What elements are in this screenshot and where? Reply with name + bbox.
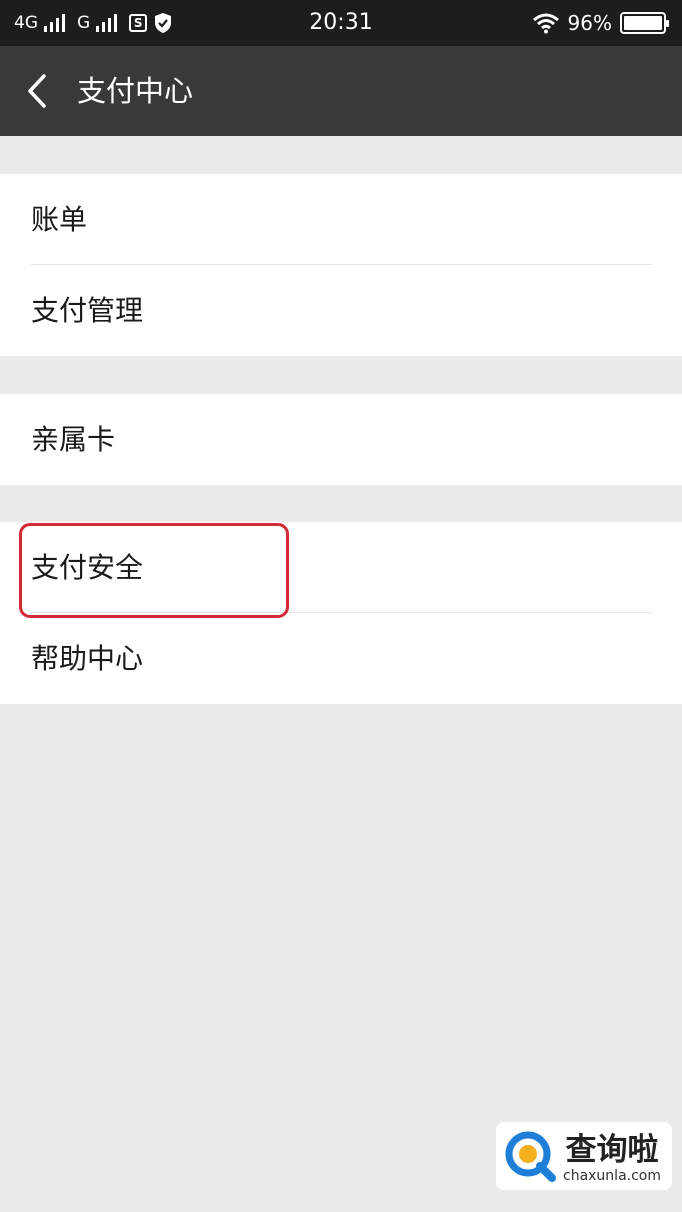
watermark-brand: 查询啦	[566, 1132, 659, 1168]
status-right: 96%	[532, 0, 669, 46]
menu-item-family-card[interactable]: 亲属卡	[0, 394, 682, 485]
highlight-annotation	[19, 523, 289, 618]
status-bar: 4G G S 20:31 96%	[0, 0, 682, 46]
menu-item-label: 支付管理	[31, 294, 144, 327]
menu-item-bill[interactable]: 账单	[0, 174, 682, 265]
menu-item-label: 亲属卡	[31, 423, 116, 456]
menu-item-help-center[interactable]: 帮助中心	[0, 613, 682, 704]
menu-item-label: 帮助中心	[31, 642, 144, 675]
battery-icon	[620, 12, 669, 34]
menu-group-1: 账单 支付管理	[0, 174, 682, 356]
search-magnifier-icon	[505, 1131, 556, 1182]
wifi-icon	[532, 13, 559, 34]
menu-item-label: 账单	[31, 203, 88, 236]
menu-item-payment-management[interactable]: 支付管理	[0, 265, 682, 356]
menu-group-2: 亲属卡	[0, 394, 682, 485]
battery-percent: 96%	[567, 11, 612, 35]
chevron-left-icon[interactable]	[22, 70, 62, 112]
page-title: 支付中心	[77, 74, 194, 108]
watermark-logo: 查询啦 chaxunla.com	[496, 1122, 672, 1190]
watermark-text: 查询啦 chaxunla.com	[563, 1132, 661, 1184]
watermark-url: chaxunla.com	[563, 1168, 661, 1184]
nav-bar: 支付中心	[0, 46, 682, 136]
